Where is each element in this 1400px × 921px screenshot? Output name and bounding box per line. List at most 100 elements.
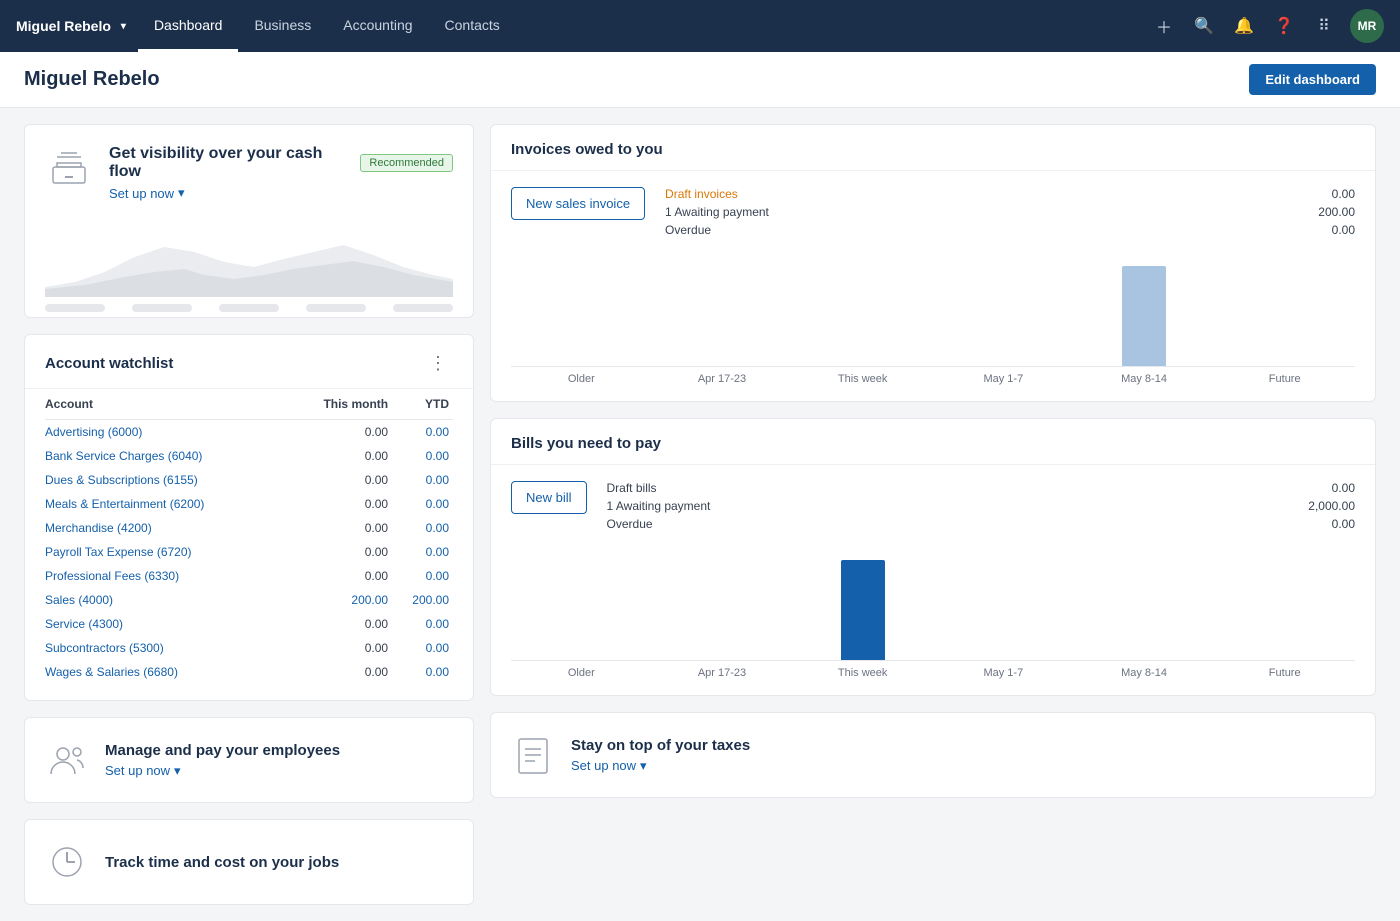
ytd-value: 0.00: [392, 540, 453, 564]
stat-row: Draft invoices 0.00: [665, 187, 1355, 201]
stat-label-awaiting: 1 Awaiting payment: [665, 205, 769, 219]
stat-label-draft-bills: Draft bills: [607, 481, 657, 495]
main-content: Get visibility over your cash flow Recom…: [0, 108, 1400, 921]
table-row: Subcontractors (5300)0.000.00: [45, 636, 453, 660]
bar-segment: [1074, 266, 1215, 366]
ytd-value: 0.00: [392, 564, 453, 588]
employees-card: Manage and pay your employees Set up now…: [24, 717, 474, 803]
taxes-setup-link[interactable]: Set up now ▾: [571, 758, 647, 774]
invoices-card: Invoices owed to you New sales invoice D…: [490, 124, 1376, 402]
stat-value-draft: 0.00: [1332, 187, 1355, 201]
nav-business[interactable]: Business: [238, 0, 327, 52]
employees-icon: [45, 738, 89, 782]
invoices-body: New sales invoice Draft invoices 0.00 1 …: [491, 171, 1375, 257]
stat-row: Overdue 0.00: [607, 517, 1355, 531]
month-value: 0.00: [289, 636, 392, 660]
stat-label-overdue-bills: Overdue: [607, 517, 653, 531]
month-value: 0.00: [289, 612, 392, 636]
cashflow-label: [132, 304, 192, 312]
taxes-card: Stay on top of your taxes Set up now ▾: [490, 712, 1376, 798]
nav-accounting[interactable]: Accounting: [327, 0, 428, 52]
bills-body: New bill Draft bills 0.00 1 Awaiting pay…: [491, 465, 1375, 551]
month-value: 0.00: [289, 468, 392, 492]
table-row: Service (4300)0.000.00: [45, 612, 453, 636]
month-value: 0.00: [289, 444, 392, 468]
account-link[interactable]: Meals & Entertainment (6200): [45, 492, 289, 516]
bar-label: Future: [1214, 373, 1355, 385]
watchlist-menu-button[interactable]: ⋮: [423, 351, 453, 376]
watchlist-title: Account watchlist: [45, 355, 173, 372]
ytd-value: 0.00: [392, 468, 453, 492]
col-account: Account: [45, 389, 289, 420]
account-watchlist-card: Account watchlist ⋮ Account This month Y…: [24, 334, 474, 701]
cashflow-label: [45, 304, 105, 312]
recommended-badge: Recommended: [360, 154, 453, 172]
employees-setup-link[interactable]: Set up now ▾: [105, 763, 181, 779]
cashflow-setup-link[interactable]: Set up now ▾: [109, 185, 185, 201]
track-jobs-card: Track time and cost on your jobs: [24, 819, 474, 905]
bar-fill: [841, 560, 885, 660]
add-button[interactable]: ＋: [1146, 8, 1182, 44]
bar-label: May 1-7: [933, 667, 1074, 679]
chevron-down-icon: ▾: [178, 185, 185, 201]
new-bill-button[interactable]: New bill: [511, 481, 587, 514]
bar-segment: [792, 560, 933, 660]
stat-row: Overdue 0.00: [665, 223, 1355, 237]
bar-label: This week: [792, 667, 933, 679]
track-jobs-setup: Track time and cost on your jobs: [25, 820, 473, 904]
apps-button[interactable]: ⠿: [1306, 8, 1342, 44]
nav-contacts[interactable]: Contacts: [429, 0, 516, 52]
watchlist-table-wrap: Account This month YTD Advertising (6000…: [25, 389, 473, 700]
notifications-button[interactable]: 🔔: [1226, 8, 1262, 44]
bar-label: Apr 17-23: [652, 667, 793, 679]
stat-value-awaiting: 200.00: [1318, 205, 1355, 219]
stat-row: 1 Awaiting payment 2,000.00: [607, 499, 1355, 513]
bill-stats: Draft bills 0.00 1 Awaiting payment 2,00…: [607, 481, 1355, 535]
table-row: Dues & Subscriptions (6155)0.000.00: [45, 468, 453, 492]
stat-row: Draft bills 0.00: [607, 481, 1355, 495]
new-sales-invoice-button[interactable]: New sales invoice: [511, 187, 645, 220]
employees-title: Manage and pay your employees: [105, 742, 340, 759]
month-value: 0.00: [289, 540, 392, 564]
account-link[interactable]: Bank Service Charges (6040): [45, 444, 289, 468]
account-link[interactable]: Professional Fees (6330): [45, 564, 289, 588]
nav-dashboard[interactable]: Dashboard: [138, 0, 239, 52]
track-jobs-icon: [45, 840, 89, 884]
user-avatar[interactable]: MR: [1350, 9, 1384, 43]
chevron-down-icon: ▾: [174, 763, 181, 779]
table-row: Payroll Tax Expense (6720)0.000.00: [45, 540, 453, 564]
brand-chevron-icon: ▾: [121, 21, 126, 32]
account-link[interactable]: Wages & Salaries (6680): [45, 660, 289, 684]
bar-label: Older: [511, 373, 652, 385]
bar-fill: [1122, 266, 1166, 366]
nav-links: Dashboard Business Accounting Contacts: [138, 0, 1146, 52]
account-link[interactable]: Dues & Subscriptions (6155): [45, 468, 289, 492]
help-button[interactable]: ❓: [1266, 8, 1302, 44]
account-link[interactable]: Advertising (6000): [45, 420, 289, 445]
month-value: 0.00: [289, 420, 392, 445]
account-link[interactable]: Sales (4000): [45, 588, 289, 612]
table-row: Wages & Salaries (6680)0.000.00: [45, 660, 453, 684]
watchlist-table: Account This month YTD Advertising (6000…: [45, 389, 453, 684]
bar-label: Future: [1214, 667, 1355, 679]
month-value: 0.00: [289, 492, 392, 516]
cashflow-label: [306, 304, 366, 312]
search-button[interactable]: 🔍: [1186, 8, 1222, 44]
account-link[interactable]: Subcontractors (5300): [45, 636, 289, 660]
account-link[interactable]: Payroll Tax Expense (6720): [45, 540, 289, 564]
account-link[interactable]: Merchandise (4200): [45, 516, 289, 540]
ytd-value: 0.00: [392, 516, 453, 540]
brand-menu[interactable]: Miguel Rebelo ▾: [16, 18, 138, 34]
cashflow-chart: [45, 217, 453, 297]
month-value: 0.00: [289, 516, 392, 540]
account-link[interactable]: Service (4300): [45, 612, 289, 636]
ytd-value: 0.00: [392, 420, 453, 445]
ytd-value: 0.00: [392, 636, 453, 660]
month-value: 200.00: [289, 588, 392, 612]
edit-dashboard-button[interactable]: Edit dashboard: [1249, 64, 1376, 95]
month-value: 0.00: [289, 564, 392, 588]
ytd-value: 0.00: [392, 612, 453, 636]
cashflow-card: Get visibility over your cash flow Recom…: [24, 124, 474, 318]
watchlist-header: Account watchlist ⋮: [25, 335, 473, 389]
ytd-value: 0.00: [392, 660, 453, 684]
